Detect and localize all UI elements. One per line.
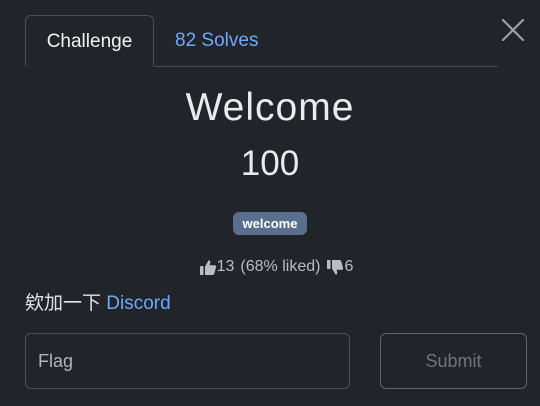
- thumbs-down-icon[interactable]: [326, 259, 344, 276]
- challenge-tag: welcome: [232, 212, 308, 235]
- tab-challenge[interactable]: Challenge: [25, 15, 154, 67]
- thumbs-up-icon[interactable]: [199, 259, 217, 276]
- dislike-count: 6: [344, 258, 354, 275]
- like-count: 13: [216, 258, 235, 275]
- flag-input[interactable]: [25, 333, 350, 389]
- challenge-tabs: Challenge 82 Solves: [25, 15, 498, 67]
- submit-button[interactable]: Submit: [380, 333, 527, 389]
- challenge-points: 100: [240, 144, 300, 183]
- challenge-description: 欸加一下 Discord: [25, 288, 171, 315]
- tab-solves[interactable]: 82 Solves: [175, 15, 258, 67]
- close-button[interactable]: [500, 17, 526, 43]
- challenge-title: Welcome: [185, 86, 355, 129]
- tag-container: welcome: [0, 212, 540, 235]
- description-text: 欸加一下: [25, 293, 102, 314]
- close-icon: [501, 18, 525, 42]
- liked-percentage: (68% liked): [240, 258, 321, 275]
- discord-link[interactable]: Discord: [106, 293, 170, 314]
- rating-summary: 13 (68% liked) 6: [0, 258, 540, 276]
